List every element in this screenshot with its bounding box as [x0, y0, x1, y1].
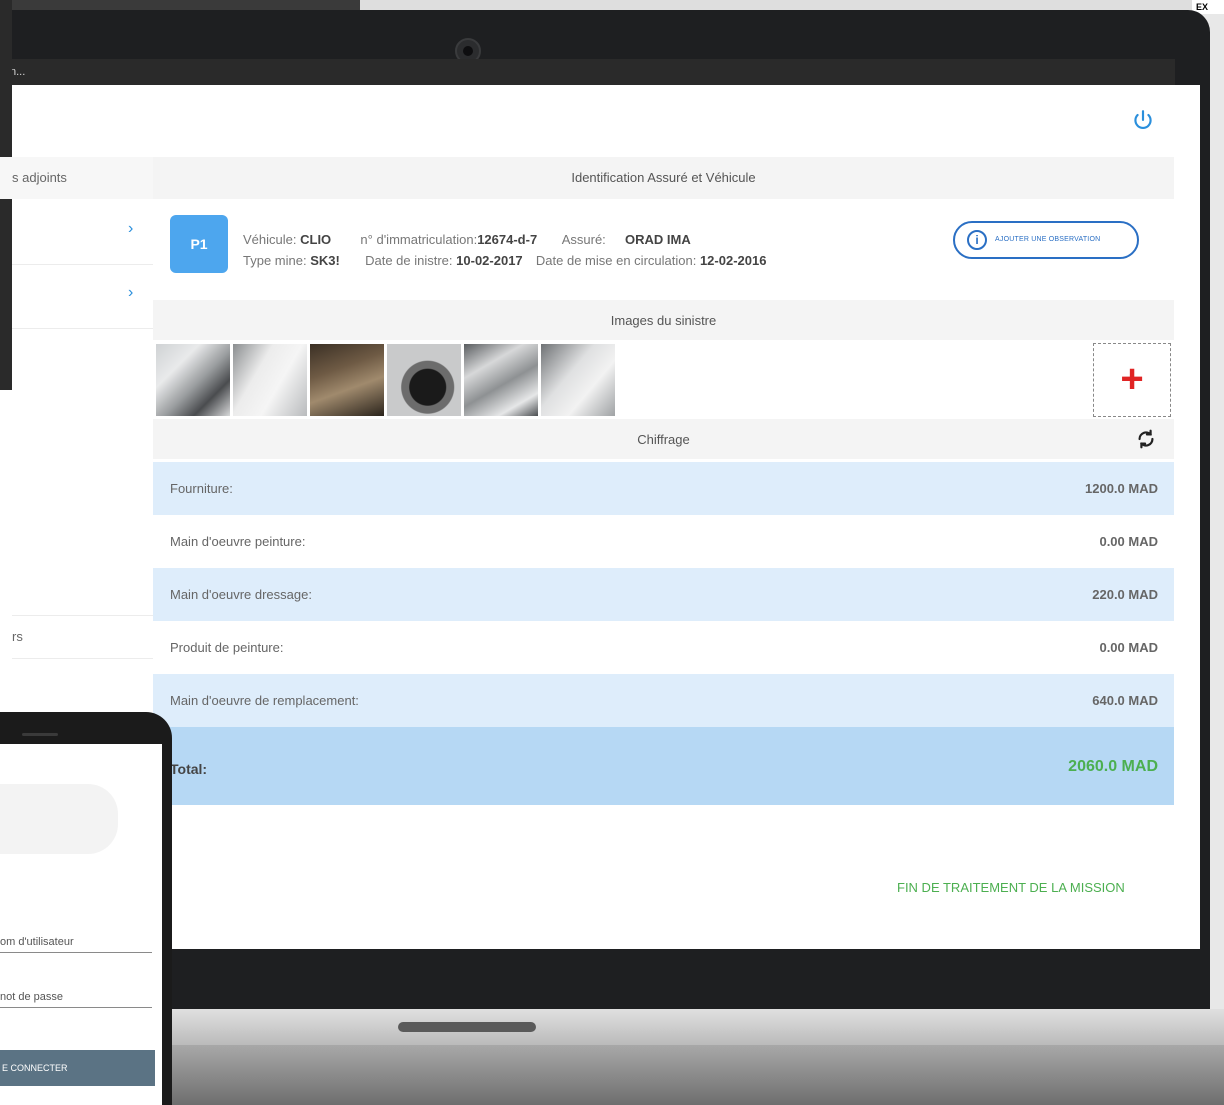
damage-photo-5[interactable]: [464, 344, 538, 416]
cost-label: Fourniture:: [170, 481, 233, 496]
divider: [12, 328, 153, 329]
damage-photo-3[interactable]: [310, 344, 384, 416]
sidebar-footer-label: rs: [12, 629, 23, 644]
divider: [12, 658, 153, 659]
phone-speaker: [22, 733, 58, 736]
refresh-icon[interactable]: [1135, 428, 1157, 450]
cost-value: 0.00 MAD: [1099, 534, 1158, 549]
phone-logo-card: [0, 784, 118, 854]
cost-row-dressage: Main d'oeuvre dressage: 220.0 MAD: [153, 568, 1174, 621]
cost-value: 1200.0 MAD: [1085, 481, 1158, 496]
immat-label: n° d'immatriculation:: [360, 232, 478, 247]
cost-row-produit: Produit de peinture: 0.00 MAD: [153, 621, 1174, 674]
login-button[interactable]: E CONNECTER: [0, 1050, 155, 1086]
chevron-right-icon: ›: [128, 284, 134, 301]
cost-label: Main d'oeuvre de remplacement:: [170, 693, 359, 708]
sidebar-item-1[interactable]: ›: [12, 202, 153, 264]
plus-icon: +: [1120, 357, 1144, 401]
status-bar: n...: [0, 59, 1175, 85]
vehicle-line-1: Véhicule: CLIO n° d'immatriculation:1267…: [243, 232, 691, 247]
bottom-bezel: [160, 949, 1200, 1009]
total-row: Total: 2060.0 MAD: [153, 727, 1174, 805]
chevron-right-icon: ›: [128, 220, 134, 237]
cost-label: Main d'oeuvre dressage:: [170, 587, 312, 602]
type-label: Type mine:: [243, 253, 307, 268]
total-label: Total:: [170, 761, 208, 777]
cost-label: Produit de peinture:: [170, 640, 284, 655]
refresh-svg: [1138, 429, 1154, 449]
power-button[interactable]: [1130, 108, 1156, 134]
cost-label: Main d'oeuvre peinture:: [170, 534, 306, 549]
finish-mission-button[interactable]: FIN DE TRAITEMENT DE LA MISSION: [897, 880, 1125, 895]
vehicle-line-2: Type mine: SK3! Date de inistre: 10-02-2…: [243, 253, 766, 268]
hinge-notch: [398, 1022, 536, 1032]
cost-row-fourniture: Fourniture: 1200.0 MAD: [153, 462, 1174, 515]
sidebar-item-2[interactable]: ›: [12, 266, 153, 328]
immat-value: 12674-d-7: [477, 232, 538, 247]
date-circulation-label: Date de mise en circulation:: [535, 253, 697, 268]
vehicle-value: CLIO: [300, 232, 332, 247]
add-observation-button[interactable]: i AJOUTER UNE OBSERVATION: [953, 221, 1139, 259]
cost-row-peinture: Main d'oeuvre peinture: 0.00 MAD: [153, 515, 1174, 568]
power-icon: [1134, 110, 1152, 130]
cost-row-remplacement: Main d'oeuvre de remplacement: 640.0 MAD: [153, 674, 1174, 727]
damage-photo-6[interactable]: [541, 344, 615, 416]
laptop-base-lower: [160, 1045, 1224, 1105]
vehicle-label: Véhicule:: [243, 232, 297, 247]
cost-value: 0.00 MAD: [1099, 640, 1158, 655]
date-circulation-value: 12-02-2016: [699, 253, 767, 268]
add-observation-label: AJOUTER UNE OBSERVATION: [995, 236, 1101, 243]
chiffrage-title: Chiffrage: [637, 432, 690, 447]
divider: [12, 615, 153, 616]
username-field[interactable]: om d'utilisateur: [0, 936, 74, 948]
cost-value: 220.0 MAD: [1092, 587, 1158, 602]
password-underline: [0, 1007, 152, 1008]
cost-value: 640.0 MAD: [1092, 693, 1158, 708]
damage-photo-4[interactable]: [387, 344, 461, 416]
section-title: Identification Assuré et Véhicule: [571, 170, 756, 185]
vehicle-badge: P1: [170, 215, 228, 273]
damage-photo-2[interactable]: [233, 344, 307, 416]
images-title: Images du sinistre: [610, 313, 717, 328]
total-value: 2060.0 MAD: [1068, 758, 1158, 775]
camera-lens: [463, 46, 473, 56]
type-value: SK3!: [310, 253, 340, 268]
assure-label: Assuré:: [561, 232, 606, 247]
password-field[interactable]: not de passe: [0, 991, 63, 1003]
damage-photo-1[interactable]: [156, 344, 230, 416]
date-sinistre-label: Date de inistre:: [365, 253, 453, 268]
sidebar-header-label: s adjoints: [12, 170, 67, 185]
info-icon: i: [967, 230, 987, 250]
divider: [12, 264, 153, 265]
assure-value: ORAD IMA: [625, 232, 691, 247]
username-underline: [0, 952, 152, 953]
add-image-button[interactable]: +: [1093, 343, 1171, 417]
date-sinistre-value: 10-02-2017: [456, 253, 523, 268]
